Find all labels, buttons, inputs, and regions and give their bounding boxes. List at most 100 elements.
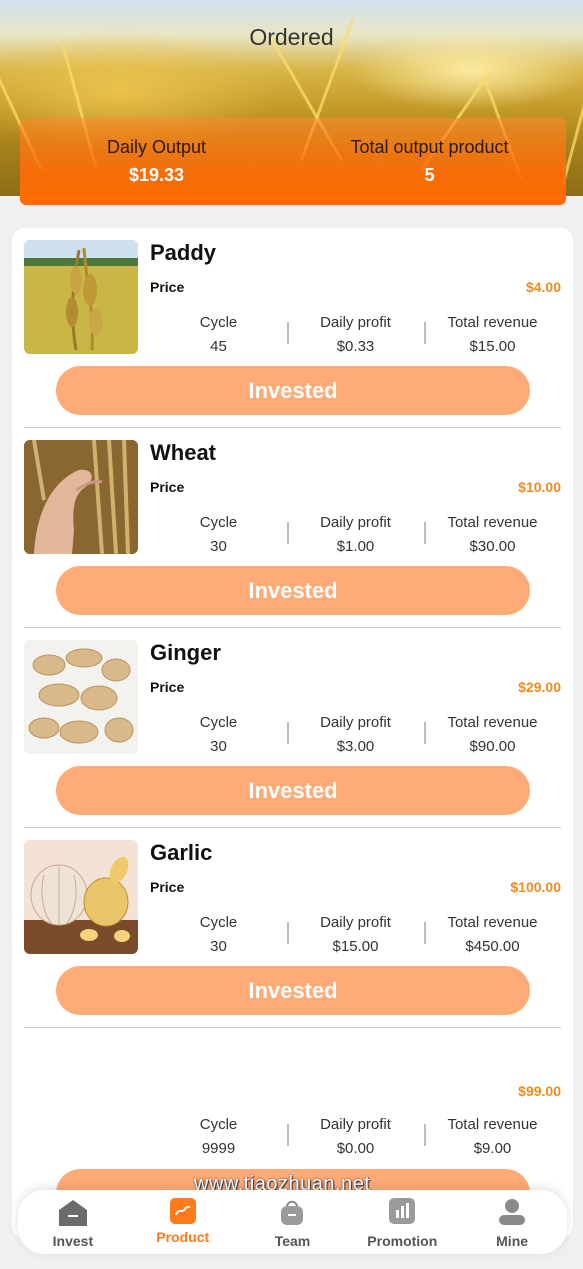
paddy-image [24, 240, 138, 354]
cycle-value: 30 [210, 938, 227, 955]
cycle-stat: Cycle 30 [150, 714, 287, 755]
daily-output-value: $19.33 [128, 165, 185, 185]
daily-profit-stat: Daily profit $15.00 [287, 914, 424, 955]
invested-button[interactable]: Invested [56, 566, 530, 615]
price-label: Price [150, 479, 185, 495]
cycle-value: 30 [210, 538, 227, 555]
daily-profit-label: Daily profit [320, 514, 391, 531]
product-card: Ginger Price $29.00 Cycle 30 Daily profit… [24, 628, 561, 828]
cycle-value: 30 [210, 738, 227, 755]
product-list: Paddy Price $4.00 Cycle 45 Daily profit $0… [12, 228, 573, 1238]
daily-profit-stat: Daily profit $3.00 [287, 714, 424, 755]
total-revenue-value: $90.00 [469, 738, 516, 755]
price-value: $4.00 [525, 279, 561, 295]
total-revenue-label: Total revenue [447, 1116, 538, 1133]
nav-promotion[interactable]: Promotion [347, 1190, 457, 1254]
cycle-stat: Cycle 45 [150, 314, 287, 355]
invested-button[interactable]: Invested [56, 366, 530, 415]
product-card: Paddy Price $4.00 Cycle 45 Daily profit $0… [24, 228, 561, 428]
chart-icon [169, 1198, 196, 1229]
price-value: $10.00 [518, 479, 561, 495]
nav-label: Promotion [367, 1233, 438, 1249]
cycle-label: Cycle [199, 714, 238, 731]
invested-button[interactable]: Invested [56, 766, 530, 815]
product-stats: Cycle 30 Daily profit $3.00 Total revenue $… [150, 714, 561, 755]
cycle-value: 45 [210, 338, 227, 355]
total-revenue-value: $30.00 [469, 538, 516, 555]
daily-profit-value: $15.00 [332, 938, 379, 955]
nav-product[interactable]: Product [128, 1190, 238, 1254]
daily-profit-stat: Daily profit $1.00 [287, 514, 424, 555]
total-revenue-value: $9.00 [473, 1140, 512, 1157]
daily-profit-value: $0.33 [336, 338, 375, 355]
price-label: Price [150, 279, 185, 295]
total-revenue-label: Total revenue [447, 314, 538, 331]
invested-button[interactable]: Invested [56, 966, 530, 1015]
daily-profit-label: Daily profit [320, 714, 391, 731]
total-revenue-stat: Total revenue $30.00 [424, 514, 561, 555]
total-output: Total output product 5 [293, 118, 566, 205]
home-icon [57, 1198, 89, 1233]
cycle-label: Cycle [199, 914, 238, 931]
daily-profit-label: Daily profit [320, 314, 391, 331]
cycle-stat: Cycle 30 [150, 914, 287, 955]
daily-output: Daily Output $19.33 [20, 118, 293, 205]
daily-profit-value: $0.00 [336, 1140, 375, 1157]
bar-chart-icon [389, 1198, 416, 1229]
total-revenue-value: $450.00 [465, 938, 520, 955]
cycle-stat: Cycle 9999 [150, 1116, 287, 1157]
nav-invest[interactable]: Invest [18, 1190, 128, 1254]
daily-profit-stat: Daily profit $0.33 [287, 314, 424, 355]
total-revenue-stat: Total revenue $90.00 [424, 714, 561, 755]
price-value: $29.00 [518, 679, 561, 695]
product-name: Paddy [150, 240, 217, 265]
product-stats: Cycle 9999 Daily profit $0.00 Total revenu… [150, 1116, 561, 1157]
nav-label: Invest [52, 1233, 94, 1249]
cycle-label: Cycle [199, 514, 238, 531]
nav-label: Product [156, 1229, 210, 1245]
output-summary: Daily Output $19.33 Total output product… [20, 118, 566, 205]
bag-icon [279, 1198, 305, 1231]
price-label: Price [150, 879, 185, 895]
nav-label: Team [274, 1233, 311, 1249]
daily-profit-value: $1.00 [336, 538, 375, 555]
ginger-image [24, 640, 138, 754]
total-revenue-value: $15.00 [469, 338, 516, 355]
total-revenue-stat: Total revenue $450.00 [424, 914, 561, 955]
garlic-image [24, 840, 138, 954]
product-name: Ginger [150, 640, 221, 665]
cycle-label: Cycle [199, 1116, 238, 1133]
bottom-nav: Invest Product Team Promotion Mine [18, 1190, 567, 1254]
cycle-stat: Cycle 30 [150, 514, 287, 555]
total-revenue-label: Total revenue [447, 914, 538, 931]
nav-mine[interactable]: Mine [457, 1190, 567, 1254]
total-revenue-stat: Total revenue $15.00 [424, 314, 561, 355]
price-value: $99.00 [518, 1083, 561, 1099]
daily-output-label: Daily Output [106, 137, 207, 157]
daily-profit-value: $3.00 [336, 738, 375, 755]
nav-label: Mine [496, 1233, 529, 1249]
product-name: Wheat [150, 440, 216, 465]
daily-profit-label: Daily profit [320, 914, 391, 931]
daily-profit-stat: Daily profit $0.00 [287, 1116, 424, 1157]
daily-profit-label: Daily profit [320, 1116, 391, 1133]
total-revenue-label: Total revenue [447, 514, 538, 531]
total-output-value: 5 [424, 165, 435, 185]
total-revenue-label: Total revenue [447, 714, 538, 731]
total-revenue-stat: Total revenue $9.00 [424, 1116, 561, 1157]
page-title: Ordered [249, 24, 334, 50]
cycle-label: Cycle [199, 314, 238, 331]
nav-team[interactable]: Team [238, 1190, 348, 1254]
product-stats: Cycle 45 Daily profit $0.33 Total revenue $… [150, 314, 561, 355]
total-output-label: Total output product [350, 137, 509, 157]
product-card: Garlic Price $100.00 Cycle 30 Daily profi… [24, 828, 561, 1028]
product-name: Garlic [150, 840, 213, 865]
product-stats: Cycle 30 Daily profit $15.00 Total revenue… [150, 914, 561, 955]
user-icon [498, 1198, 526, 1231]
cycle-value: 9999 [201, 1140, 236, 1157]
price-label: Price [150, 679, 185, 695]
product-card: Wheat Price $10.00 Cycle 30 Daily profit $… [24, 428, 561, 628]
wheat-image [24, 440, 138, 554]
product-stats: Cycle 30 Daily profit $1.00 Total revenue $… [150, 514, 561, 555]
price-value: $100.00 [510, 879, 561, 895]
